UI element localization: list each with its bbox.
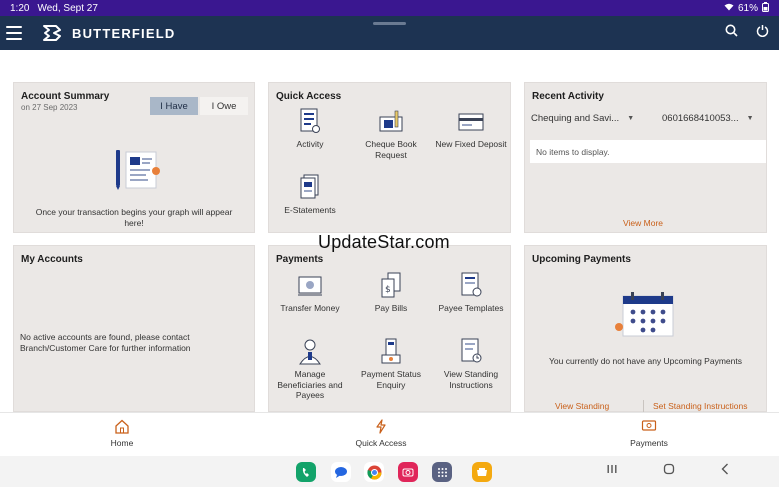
account-type-select[interactable]: Chequing and Savi... ▼ [531,113,634,124]
payee-templates-label: Payee Templates [438,303,504,313]
quick-access-card: Quick Access Activity Cheque Book Reques… [268,82,511,233]
graph-placeholder-icon [112,149,162,196]
payments-standing-instructions[interactable]: View Standing Instructions [431,335,511,390]
svg-text:$: $ [385,285,391,295]
back-nav-icon[interactable] [720,463,730,478]
tab-payments[interactable]: Payments [589,419,709,448]
battery-icon [762,1,769,15]
account-summary-title: Account Summary [21,91,110,102]
upcoming-payments-message: You currently do not have any Upcoming P… [549,356,742,366]
my-accounts-title: My Accounts [21,254,83,265]
tab-home-label: Home [110,438,134,448]
recent-activity-card: Recent Activity Chequing and Savi... ▼ 0… [524,82,767,233]
e-statements-icon [300,174,319,199]
calendar-icon [613,290,677,345]
bottom-tab-bar: Home Quick Access Payments [0,412,779,456]
camera-app-icon[interactable] [398,462,418,482]
transfer-money-label: Transfer Money [280,303,340,313]
drag-handle[interactable] [373,22,406,25]
my-accounts-message: No active accounts are found, please con… [20,332,191,353]
quick-access-activity[interactable]: Activity [270,105,350,150]
standing-instructions-icon [461,338,482,363]
status-time: 1:20 [10,2,30,14]
quick-access-cheque-book[interactable]: Cheque Book Request [351,105,431,160]
link-divider [643,400,644,412]
manage-beneficiaries-label: Manage Beneficiaries and Payees [277,369,343,400]
activity-icon [300,108,320,133]
tab-quick-access-label: Quick Access [355,438,407,448]
recent-activity-title: Recent Activity [532,91,604,102]
dashboard: Account Summary on 27 Sep 2023 I Have I … [0,50,779,412]
chevron-down-icon: ▼ [627,115,635,122]
view-standing-link[interactable]: View Standing [555,401,609,411]
fixed-deposit-icon [458,113,484,131]
toggle-i-owe[interactable]: I Owe [200,97,248,115]
upcoming-payments-title: Upcoming Payments [532,254,631,265]
cheque-book-label: Cheque Book Request [365,139,417,160]
standing-instructions-label: View Standing Instructions [443,369,499,390]
upcoming-payments-card: Upcoming Payments You currently do not h… [524,245,767,412]
account-number-select[interactable]: 0601668410053... ▼ [662,113,754,124]
payment-status-icon [381,338,401,364]
messages-app-icon[interactable] [331,462,351,482]
e-statements-label: E-Statements [284,205,336,215]
store-app-icon[interactable] [472,462,492,482]
account-summary-card: Account Summary on 27 Sep 2023 I Have I … [13,82,255,233]
payment-status-label: Payment Status Enquiry [360,369,421,390]
app-bar: BUTTERFIELD [0,16,779,50]
home-icon [115,419,129,434]
quick-access-title: Quick Access [276,91,342,102]
account-number-value: 0601668410053... [662,113,739,124]
payments-payee-templates[interactable]: Payee Templates [431,269,511,314]
hamburger-icon[interactable] [6,26,22,40]
watermark-text: UpdateStar.com [318,232,450,252]
no-items-message: No items to display. [530,140,766,163]
activity-label: Activity [296,139,324,149]
brand-name: BUTTERFIELD [72,25,176,41]
power-icon[interactable] [756,24,769,42]
my-accounts-card: My Accounts No active accounts are found… [13,245,255,412]
brand-logo: BUTTERFIELD [42,23,175,43]
status-bar: 1:20 Wed, Sept 27 61% [0,0,779,16]
payments-icon [641,420,657,431]
account-summary-empty-message: Once your transaction begins your graph … [35,207,233,228]
home-nav-icon[interactable] [663,463,675,478]
set-standing-instructions-link[interactable]: Set Standing Instructions [653,401,748,411]
tab-quick-access[interactable]: Quick Access [321,419,441,448]
apps-grid-icon[interactable] [432,462,452,482]
recent-apps-icon[interactable] [606,463,618,478]
payments-pay-bills[interactable]: $ Pay Bills [351,269,431,314]
account-summary-date: on 27 Sep 2023 [21,103,78,112]
system-nav-bar [0,456,779,487]
pay-bills-icon: $ [381,272,401,298]
search-icon[interactable] [725,24,738,42]
status-date: Wed, Sept 27 [37,2,98,14]
payments-manage-beneficiaries[interactable]: Manage Beneficiaries and Payees [270,335,350,401]
tab-payments-label: Payments [630,438,668,448]
quick-access-e-statements[interactable]: E-Statements [270,171,350,216]
toggle-i-have[interactable]: I Have [150,97,198,115]
payments-transfer-money[interactable]: Transfer Money [270,269,350,314]
payments-card: Payments Transfer Money $ Pay Bills Paye… [268,245,511,412]
view-more-link[interactable]: View More [623,218,663,228]
payments-status-enquiry[interactable]: Payment Status Enquiry [351,335,431,390]
payments-title: Payments [276,254,324,265]
lightning-icon [376,419,386,434]
butterfield-logo-icon [43,25,61,41]
chevron-down-icon: ▼ [746,115,754,122]
quick-access-fixed-deposit[interactable]: New Fixed Deposit [431,105,511,150]
account-type-value: Chequing and Savi... [531,113,620,124]
phone-app-icon[interactable] [296,462,316,482]
fixed-deposit-label: New Fixed Deposit [435,139,507,149]
manage-beneficiaries-icon [299,339,321,365]
tab-home[interactable]: Home [62,419,182,448]
payee-templates-icon [461,272,482,297]
chrome-app-icon[interactable] [364,462,384,482]
pay-bills-label: Pay Bills [374,303,408,313]
transfer-money-icon [298,276,322,296]
wifi-icon [724,3,734,14]
cheque-book-icon [379,110,403,132]
battery-level: 61% [737,2,758,14]
